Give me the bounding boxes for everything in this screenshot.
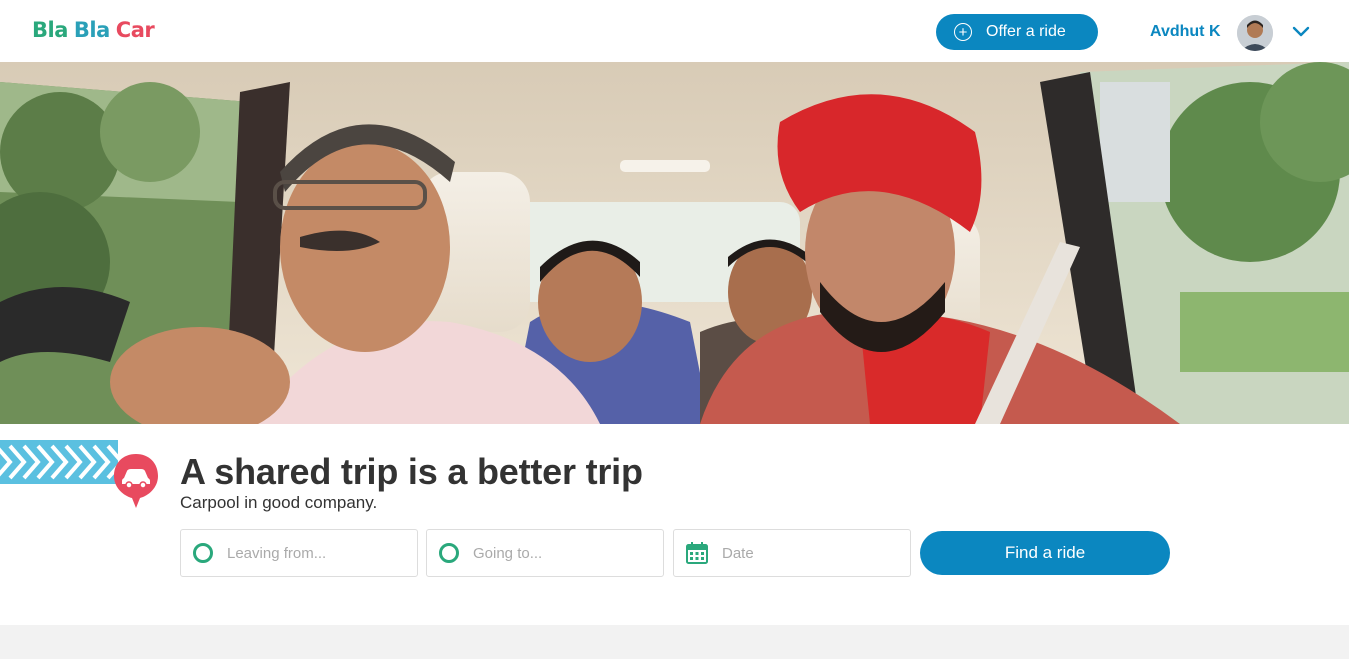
car-pin-icon [114,454,158,508]
leaving-from-field[interactable] [180,529,418,577]
offer-ride-label: Offer a ride [986,23,1066,40]
logo-part-1: Bla [32,18,68,42]
footer-band [0,625,1349,659]
chevron-down-icon[interactable] [1292,22,1310,40]
logo-part-2: Bla [73,18,110,42]
location-ring-icon [193,543,213,563]
calendar-icon [686,542,708,564]
blablacar-logo[interactable]: Bla Bla Car [32,18,155,42]
user-name[interactable]: Avdhut K [1150,23,1221,41]
hero-image [0,62,1349,424]
avatar[interactable] [1237,15,1273,51]
location-ring-icon [439,543,459,563]
logo-part-3: Car [115,18,155,42]
leaving-from-input[interactable] [227,544,407,562]
offer-ride-button[interactable]: + Offer a ride [936,14,1098,50]
top-header: Bla Bla Car + Offer a ride Avdhut K [0,0,1349,62]
date-field[interactable] [673,529,911,577]
going-to-input[interactable] [473,544,653,562]
going-to-field[interactable] [426,529,664,577]
page-subtitle: Carpool in good company. [180,493,378,512]
find-ride-button[interactable]: Find a ride [920,531,1170,575]
date-input[interactable] [722,544,902,562]
plus-circle-icon: + [954,23,972,41]
page-title: A shared trip is a better trip [180,451,643,492]
